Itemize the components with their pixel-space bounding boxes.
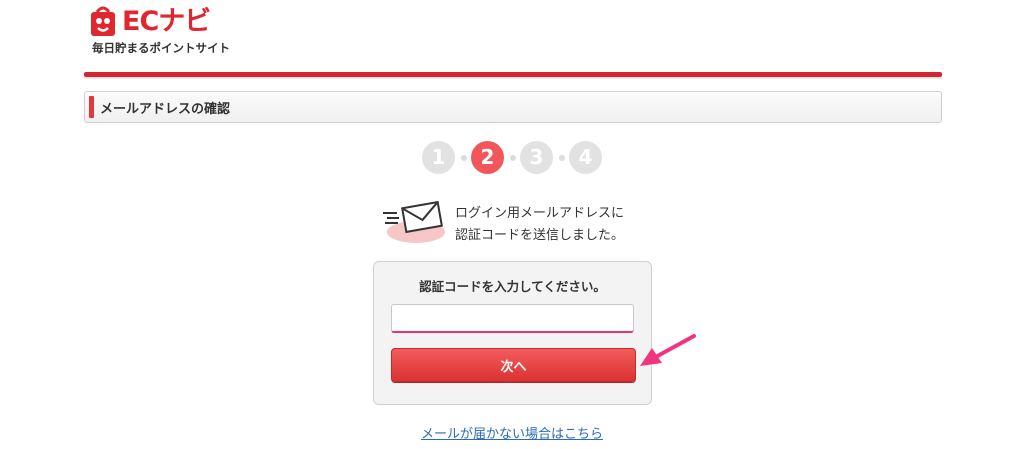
verification-code-input[interactable]: [391, 304, 634, 333]
step-1: 1: [422, 141, 455, 174]
step-connector-dot: [461, 155, 467, 161]
ecnavi-logo[interactable]: ECナビ: [88, 5, 211, 39]
step-connector-dot: [559, 155, 565, 161]
next-button[interactable]: 次へ: [391, 348, 636, 382]
tagline: 毎日貯まるポイントサイト: [92, 41, 230, 55]
header-divider-shadow: [84, 77, 942, 79]
sent-message: ログイン用メールアドレスに 認証コードを送信しました。: [455, 203, 624, 247]
step-4: 4: [569, 141, 602, 174]
bag-logo-icon: [91, 6, 115, 36]
pointer-arrow-icon: [640, 334, 696, 366]
step-connector-dot: [510, 155, 516, 161]
section-accent: [89, 96, 94, 118]
step-3: 3: [520, 141, 553, 174]
code-input-label: 認証コードを入力してください。: [419, 279, 606, 294]
page-title: メールアドレスの確認: [100, 102, 231, 117]
verification-form: 認証コードを入力してください。 次へ: [373, 261, 652, 405]
step-2-current: 2: [471, 141, 504, 174]
logo-text: ECナビ: [122, 6, 211, 37]
sent-message-line2: 認証コードを送信しました。: [455, 228, 625, 243]
help-link-row: メールが届かない場合はこちら: [0, 423, 1024, 442]
email-not-received-link[interactable]: メールが届かない場合はこちら: [421, 427, 603, 442]
section-header: メールアドレスの確認: [84, 91, 942, 123]
envelope-icon: [383, 200, 445, 243]
sent-message-line1: ログイン用メールアドレスに: [455, 206, 625, 221]
